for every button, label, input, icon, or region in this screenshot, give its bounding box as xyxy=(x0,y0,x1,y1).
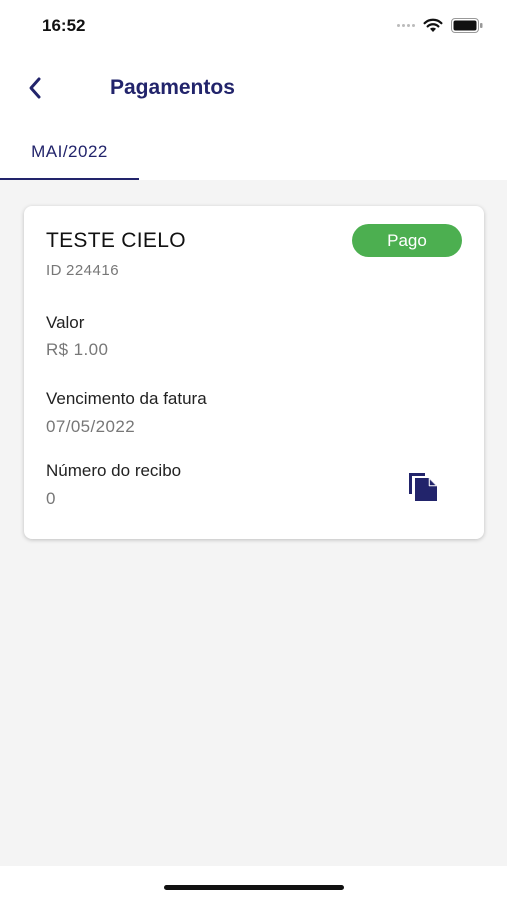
copy-document-icon xyxy=(409,473,437,501)
month-tabs: MAI/2022 xyxy=(0,126,507,180)
status-badge: Pago xyxy=(352,224,462,257)
battery-icon xyxy=(451,18,483,33)
payment-id-prefix: ID xyxy=(46,262,62,279)
recibo-label: Número do recibo xyxy=(46,461,182,480)
status-icons xyxy=(397,18,483,33)
payment-title: TESTE CIELO xyxy=(46,229,186,252)
home-indicator[interactable] xyxy=(164,885,344,890)
page-title: Pagamentos xyxy=(110,76,235,99)
vencimento-value: 07/05/2022 xyxy=(46,417,136,436)
tab-mai-2022[interactable]: MAI/2022 xyxy=(0,126,139,180)
home-bar-area xyxy=(0,866,507,900)
copy-receipt-button[interactable] xyxy=(405,468,441,504)
payment-id-value: 224416 xyxy=(66,262,120,279)
payment-card: TESTE CIELO ID 224416 Pago Valor R$ 1.00 … xyxy=(24,206,484,539)
back-button[interactable] xyxy=(20,73,50,103)
vencimento-label: Vencimento da fatura xyxy=(46,389,207,408)
status-bar: 16:52 xyxy=(0,0,507,50)
app-header: Pagamentos xyxy=(0,50,507,126)
status-time: 16:52 xyxy=(42,16,86,35)
payment-id: ID 224416 xyxy=(46,262,119,279)
valor-value: R$ 1.00 xyxy=(46,340,109,359)
signal-icon xyxy=(397,24,415,27)
wifi-icon xyxy=(423,18,443,32)
content-area: TESTE CIELO ID 224416 Pago Valor R$ 1.00 … xyxy=(0,180,507,866)
chevron-left-icon xyxy=(29,77,41,99)
valor-label: Valor xyxy=(46,313,85,332)
recibo-value: 0 xyxy=(46,489,56,508)
